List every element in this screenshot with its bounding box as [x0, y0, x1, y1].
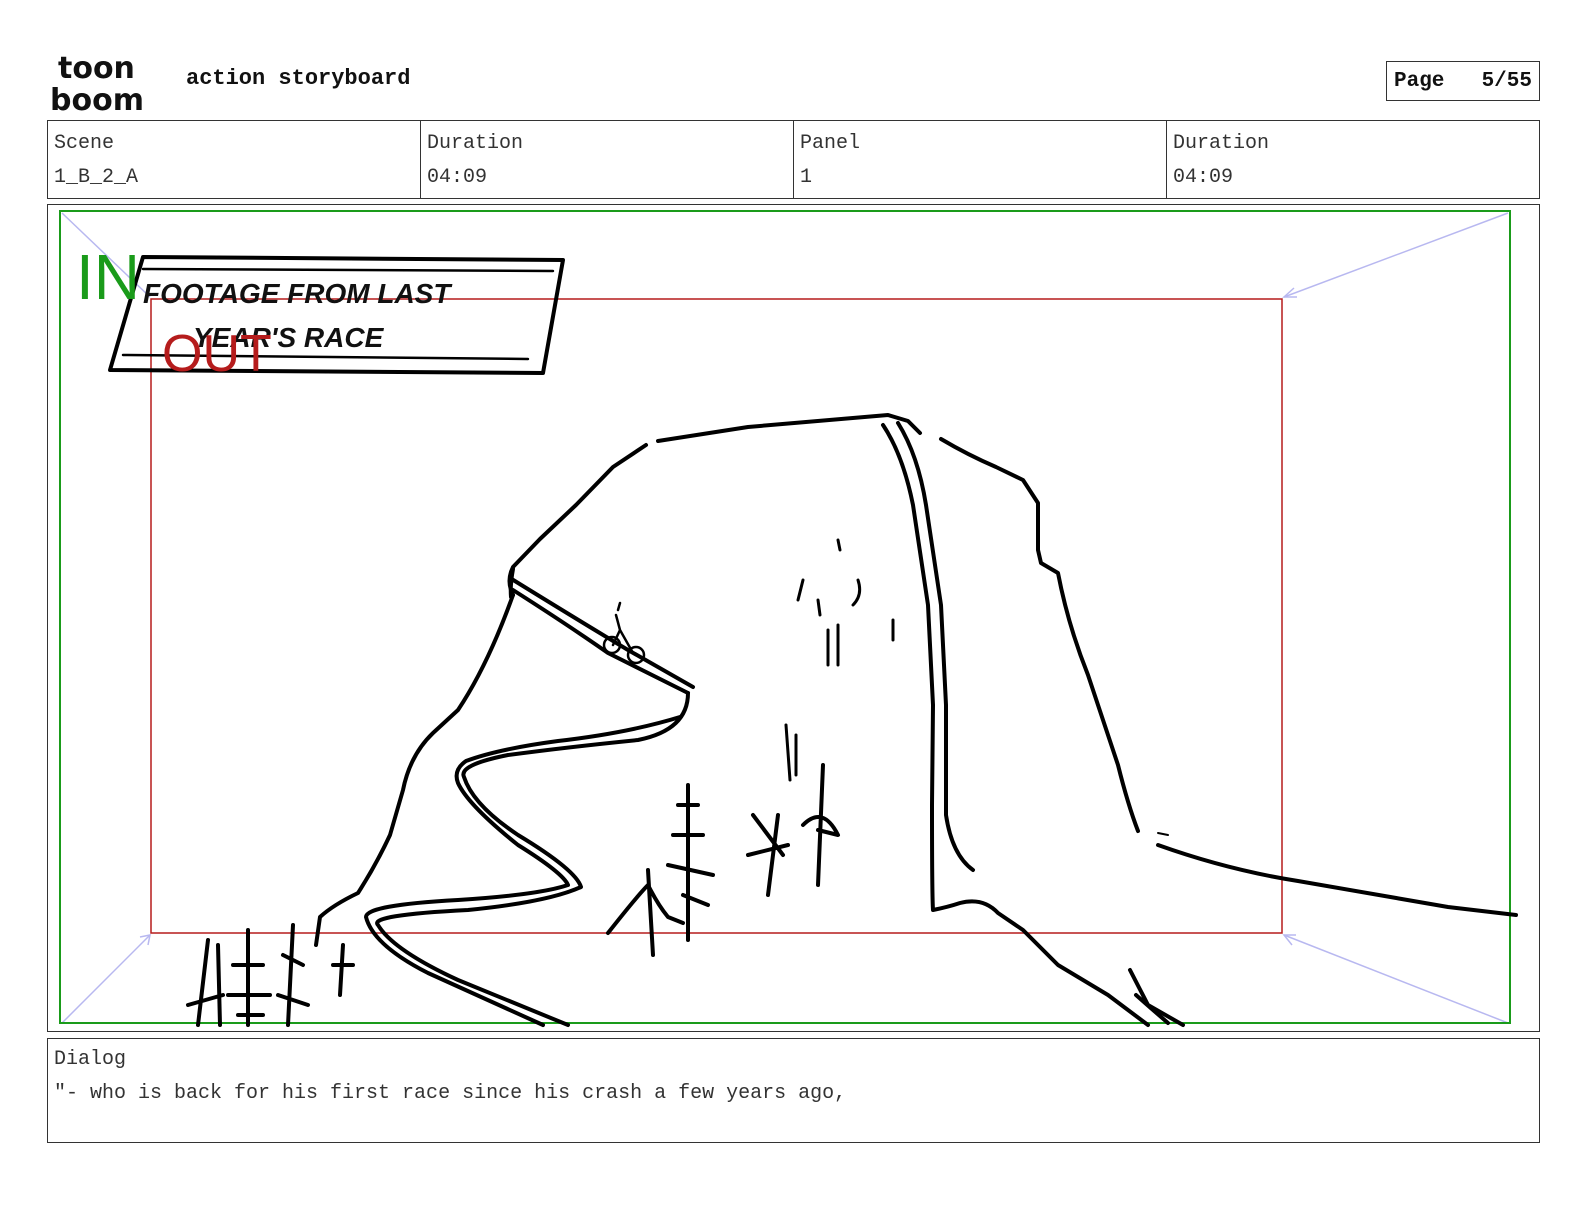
out-marker: OUT — [162, 325, 272, 383]
panel-label: Panel — [800, 132, 861, 155]
page-number: 5/55 — [1481, 69, 1532, 93]
logo-line2: boom — [50, 83, 144, 114]
panel-duration-label: Duration — [1173, 132, 1270, 155]
page-label: Page — [1394, 69, 1445, 93]
dialog-section: Dialog "- who is back for his first race… — [47, 1038, 1540, 1143]
scene-duration-label: Duration — [427, 132, 524, 155]
scene-duration-value: 04:09 — [427, 166, 488, 189]
in-marker: IN — [76, 241, 140, 313]
panel-cell: Panel 1 — [794, 121, 1167, 198]
mountain-sketch — [108, 255, 1518, 1027]
out-frame — [150, 298, 1283, 934]
panel-duration-cell: Duration 04:09 — [1167, 121, 1539, 198]
panel-duration-value: 04:09 — [1173, 166, 1234, 189]
document-title: action storyboard — [186, 66, 411, 91]
storyboard-panel: FOOTAGE FROM LAST YEAR'S RACE IN OUT — [47, 204, 1540, 1032]
panel-drawing: FOOTAGE FROM LAST YEAR'S RACE IN OUT — [59, 210, 1518, 1027]
scene-duration-cell: Duration 04:09 — [421, 121, 794, 198]
scene-value: 1_B_2_A — [54, 166, 139, 189]
caption-line1: FOOTAGE FROM LAST — [143, 278, 453, 309]
panel-value: 1 — [800, 166, 813, 189]
scene-info-table: Scene 1_B_2_A Duration 04:09 Panel 1 Dur… — [47, 120, 1540, 199]
page-indicator: Page 5/55 — [1386, 61, 1540, 101]
dialog-label: Dialog — [54, 1048, 127, 1071]
scene-label: Scene — [54, 132, 115, 155]
scene-cell: Scene 1_B_2_A — [48, 121, 421, 198]
logo-line1: toon — [58, 51, 135, 86]
dialog-text: "- who is back for his first race since … — [54, 1082, 847, 1105]
toonboom-logo: toon boom — [50, 51, 144, 114]
